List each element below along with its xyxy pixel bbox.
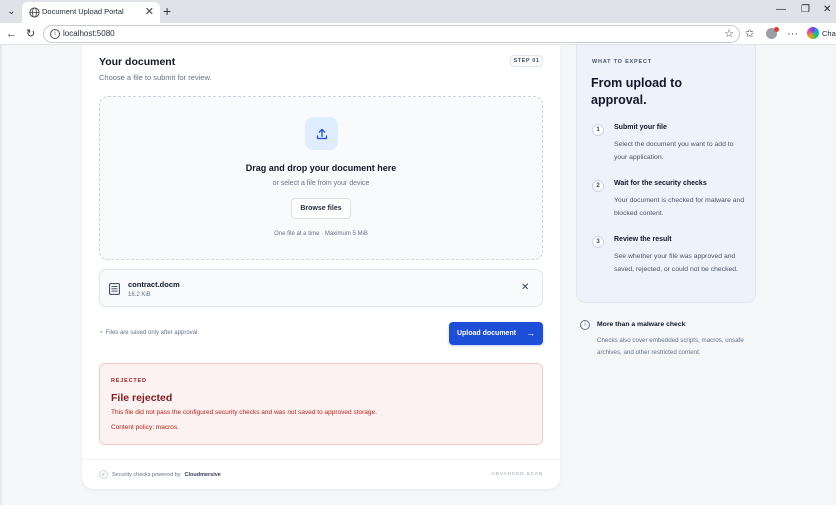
save-note: ◔ Files are saved only after approval.: [99, 330, 199, 336]
dropzone-title: Drag and drop your document here: [245, 163, 397, 173]
window-close-icon[interactable]: ✕: [823, 3, 831, 17]
arrow-right-icon: →: [526, 328, 536, 338]
profile-notification-dot: [774, 27, 779, 32]
powered-by-prefix: Security checks powered by: [112, 471, 181, 478]
dropzone-limit-text: One file at a time · Maximum 5 MiB: [274, 231, 368, 237]
upload-card: Your document Choose a file to submit fo…: [82, 45, 560, 489]
info-description: Checks also cover embedded scripts, macr…: [597, 337, 744, 356]
tab-title: Document Upload Portal: [42, 7, 124, 16]
dropzone[interactable]: Drag and drop your document here or sele…: [99, 96, 543, 260]
upload-icon-container: [305, 117, 338, 150]
powered-by: ✓ Security checks powered by Cloudmersiv…: [99, 470, 221, 479]
tab-list-chevron-down-icon[interactable]: ⌄: [4, 4, 19, 19]
page-title: Your document: [99, 56, 176, 68]
restore-icon[interactable]: ❐: [801, 3, 810, 17]
minimize-icon[interactable]: —: [776, 3, 786, 17]
step-title: Wait for the security checks: [614, 180, 707, 187]
step-description: Select the document you want to add to y…: [614, 141, 734, 161]
page-edge: [0, 45, 2, 505]
info-title: More than a malware check: [597, 321, 686, 328]
site-info-icon[interactable]: i: [50, 29, 60, 39]
step-number: 1: [592, 124, 604, 136]
scan-mode-label: ADVANCED SCAN: [491, 472, 543, 477]
alert-policy: Content policy: macros.: [111, 424, 179, 431]
alert-tag: REJECTED: [111, 378, 147, 384]
clock-icon: ◔: [99, 330, 103, 336]
step-number: 3: [592, 236, 604, 248]
step-badge: STEP 01: [510, 55, 543, 67]
alert-message: This file did not pass the configured se…: [111, 409, 377, 416]
step-title: Submit your file: [614, 124, 667, 131]
refresh-icon[interactable]: ↻: [26, 26, 35, 42]
upload-icon: [316, 128, 327, 139]
powered-by-brand[interactable]: Cloudmersive: [184, 472, 220, 478]
save-note-text: Files are saved only after approval.: [105, 330, 200, 336]
file-name: contract.docm: [128, 280, 180, 289]
alert-title: File rejected: [111, 392, 173, 404]
remove-file-close-icon[interactable]: ✕: [521, 282, 529, 294]
dropzone-subtitle: or select a file from your device: [272, 180, 370, 187]
browser-tab-bar: ⌄ Document Upload Portal ✕ + — ❐ ✕: [0, 0, 836, 23]
info-icon: i: [580, 320, 590, 330]
url-text: localhost:5080: [63, 29, 115, 38]
step-description: See whether your file was approved and s…: [614, 253, 738, 273]
page-subtitle: Choose a file to submit for review.: [99, 73, 212, 82]
chat-label[interactable]: Chat: [822, 29, 836, 38]
tab-close-icon[interactable]: ✕: [145, 5, 154, 19]
step-number: 2: [592, 180, 604, 192]
new-tab-plus-icon[interactable]: +: [163, 3, 171, 19]
step-title: Review the result: [614, 236, 672, 243]
browser-tab[interactable]: Document Upload Portal ✕: [22, 2, 160, 23]
more-options-icon[interactable]: ···: [787, 26, 798, 42]
step-description: Your document is checked for malware and…: [614, 197, 745, 217]
address-bar[interactable]: i localhost:5080 ☆: [43, 25, 740, 43]
expectations-panel: WHAT TO EXPECT From upload to approval. …: [576, 45, 756, 303]
selected-file-row: contract.docm 16.2 KiB ✕: [99, 269, 543, 307]
card-footer: ✓ Security checks powered by Cloudmersiv…: [82, 459, 560, 489]
rejection-alert: REJECTED File rejected This file did not…: [99, 363, 543, 445]
address-toolbar: ← ↻ i localhost:5080 ☆: [0, 23, 836, 45]
bookmark-star-icon[interactable]: ☆: [724, 27, 734, 41]
globe-icon: [29, 7, 40, 18]
copilot-icon[interactable]: [807, 27, 819, 39]
panel-tag: WHAT TO EXPECT: [592, 59, 652, 65]
back-icon[interactable]: ←: [6, 26, 17, 42]
document-icon: [109, 283, 120, 295]
upload-button-label: Upload document: [456, 330, 517, 337]
file-size: 16.2 KiB: [128, 292, 151, 298]
check-icon: ✓: [99, 470, 108, 479]
upload-document-button[interactable]: Upload document →: [449, 322, 543, 345]
panel-title: From upload to approval.: [591, 76, 682, 107]
favorites-icon[interactable]: ✩: [745, 26, 754, 42]
browse-files-button[interactable]: Browse files: [291, 198, 351, 219]
